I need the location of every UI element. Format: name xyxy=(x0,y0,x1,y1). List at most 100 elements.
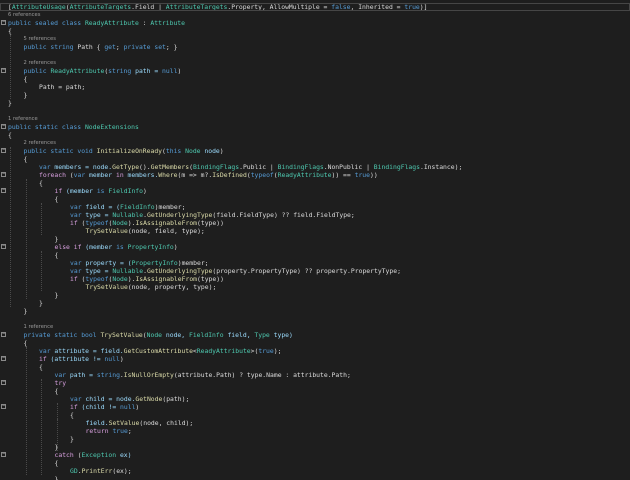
code-line: } xyxy=(0,235,630,243)
code-text: } xyxy=(24,307,28,315)
token: ) xyxy=(135,403,140,411)
token: false xyxy=(331,3,351,11)
token: true xyxy=(404,3,420,11)
token: .Instance); xyxy=(419,163,463,171)
token: member xyxy=(89,171,116,179)
token: } xyxy=(23,91,28,99)
collapse-icon[interactable]: − xyxy=(1,404,6,409)
code-line: else if (member is PropertyInfo) − xyxy=(0,243,630,251)
collapse-icon[interactable]: − xyxy=(1,356,6,361)
token: ReadyAttribute xyxy=(196,347,251,355)
collapse-icon[interactable]: − xyxy=(1,68,6,73)
code-text: GD.PrintErr(ex); xyxy=(70,467,132,475)
code-text: try xyxy=(55,379,67,387)
code-text: var members = node.GetType().GetMembers(… xyxy=(39,163,462,171)
reference-count[interactable]: 5 references xyxy=(24,35,56,43)
code-line: } xyxy=(0,307,630,315)
code-text: return true; xyxy=(86,427,132,435)
code-line: private static bool TrySetValue(Node nod… xyxy=(0,331,630,339)
token: node, xyxy=(162,331,189,339)
token: BindingFlags xyxy=(192,163,240,171)
code-line: } xyxy=(0,91,630,99)
code-text: { xyxy=(24,155,28,163)
reference-count[interactable]: 2 references xyxy=(24,139,56,147)
collapse-icon[interactable]: − xyxy=(1,172,6,177)
code-text: var path = string.IsNullOrEmpty(attribut… xyxy=(55,371,351,379)
code-line: var field = (FieldInfo)member; xyxy=(0,203,630,211)
token: type = xyxy=(85,267,113,275)
reference-count[interactable]: 6 references xyxy=(8,11,40,19)
token: ); xyxy=(273,347,282,355)
token: : xyxy=(138,19,151,27)
code-line: [AttributeUsage(AttributeTargets.Field |… xyxy=(0,3,630,11)
code-line: var members = node.GetType().GetMembers(… xyxy=(0,163,630,171)
token: Path { xyxy=(77,43,105,51)
code-line: { xyxy=(0,131,630,139)
reference-count[interactable]: 1 reference xyxy=(8,115,38,123)
collapse-icon[interactable]: − xyxy=(1,452,6,457)
token: GetNode xyxy=(135,395,163,403)
token: (node, field, type); xyxy=(127,227,205,235)
token: else if xyxy=(54,243,86,251)
token: FieldInfo xyxy=(188,331,224,339)
token: (m => m?. xyxy=(177,171,213,179)
token: public sealed class xyxy=(8,19,85,27)
token: IsAssignableFrom xyxy=(135,275,198,283)
code-line: } xyxy=(0,291,630,299)
code-line: return true; xyxy=(0,427,630,435)
code-text: var type = Nullable.GetUnderlyingType(fi… xyxy=(70,211,355,219)
collapse-icon[interactable]: − xyxy=(1,148,6,153)
token: catch xyxy=(54,451,78,459)
collapse-icon[interactable]: − xyxy=(1,380,6,385)
codelens-reference[interactable]: 1 reference xyxy=(0,323,630,331)
codelens-reference[interactable]: 5 references xyxy=(0,35,630,43)
codelens-reference[interactable]: 2 references xyxy=(0,139,630,147)
token: get xyxy=(104,43,116,51)
reference-count[interactable]: 1 reference xyxy=(24,323,54,331)
code-line: { xyxy=(0,459,630,467)
collapse-icon[interactable]: − xyxy=(1,244,6,249)
collapse-icon[interactable]: − xyxy=(1,332,6,337)
token: Node xyxy=(112,275,128,283)
token: Node xyxy=(185,147,201,155)
token: public static class xyxy=(8,123,85,131)
token: if xyxy=(70,275,82,283)
code-line: foreach (var member in members.Where(m =… xyxy=(0,171,630,179)
collapse-icon[interactable]: − xyxy=(1,20,6,25)
token: { xyxy=(23,155,28,163)
code-text: { xyxy=(55,387,59,395)
token: Path = path; xyxy=(39,83,86,91)
token: typeof xyxy=(85,219,109,227)
code-line: { xyxy=(0,363,630,371)
token: var xyxy=(70,395,86,403)
collapse-icon[interactable]: − xyxy=(1,188,6,193)
token: string xyxy=(96,371,120,379)
token: type) xyxy=(269,331,293,339)
code-text: { xyxy=(39,179,43,187)
code-text: [AttributeUsage(AttributeTargets.Field |… xyxy=(8,3,427,11)
token: .Field | xyxy=(131,3,166,11)
code-line: try − xyxy=(0,379,630,387)
codelens-reference[interactable]: 1 reference xyxy=(0,115,630,123)
code-editor[interactable]: [AttributeUsage(AttributeTargets.Field |… xyxy=(0,0,630,480)
code-text: { xyxy=(55,251,59,259)
token: child = node. xyxy=(85,395,136,403)
code-line: } xyxy=(0,475,630,480)
token: (node, property, type); xyxy=(127,283,217,291)
collapse-icon[interactable]: − xyxy=(1,124,6,129)
codelens-reference[interactable]: 6 references xyxy=(0,11,630,19)
reference-count[interactable]: 2 references xyxy=(24,59,56,67)
token: PropertyInfo xyxy=(127,243,174,251)
token: BindingFlags xyxy=(373,163,420,171)
codelens-reference[interactable]: 2 references xyxy=(0,59,630,67)
token: private set xyxy=(123,43,166,51)
code-line: if (child != null) − xyxy=(0,403,630,411)
code-line: } xyxy=(0,435,630,443)
token: try xyxy=(54,379,67,387)
code-text: public sealed class ReadyAttribute : Att… xyxy=(8,19,185,27)
indent-guide xyxy=(56,419,58,451)
token: (type)) xyxy=(197,219,224,227)
code-line: } xyxy=(0,99,630,107)
token: var xyxy=(54,371,70,379)
token: IsDefined xyxy=(212,171,247,179)
